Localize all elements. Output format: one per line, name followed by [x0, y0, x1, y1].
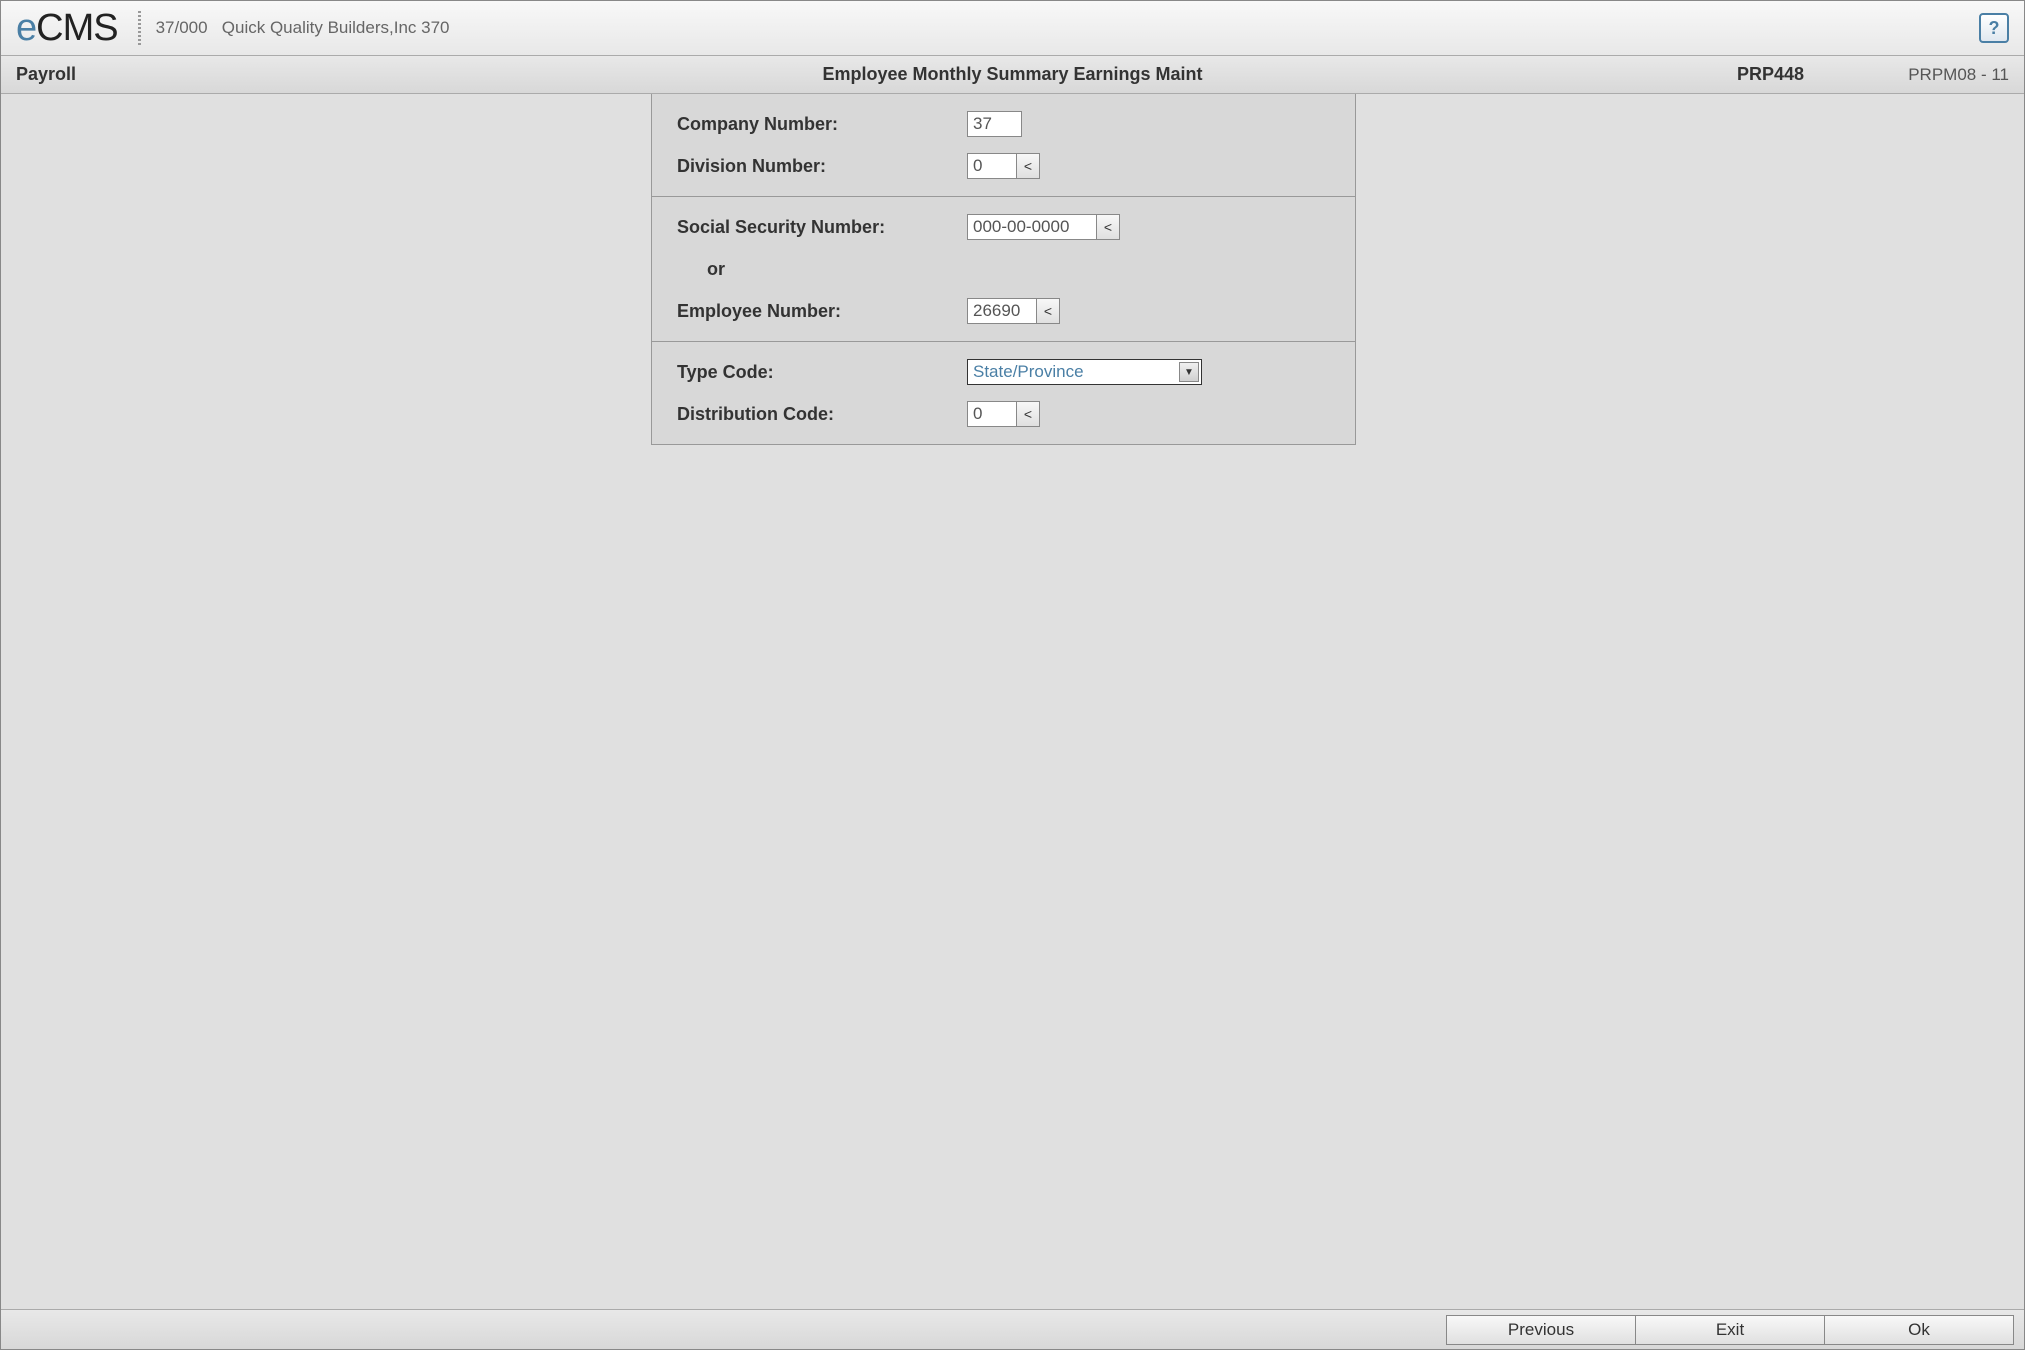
or-row: or — [677, 254, 1330, 284]
exit-button[interactable]: Exit — [1635, 1315, 1825, 1345]
chevron-left-icon: < — [1024, 406, 1032, 422]
chevron-left-icon: < — [1044, 303, 1052, 319]
app-logo: eCMS — [11, 7, 123, 50]
division-number-label: Division Number: — [677, 156, 967, 177]
distribution-code-input[interactable] — [967, 401, 1017, 427]
type-code-row: Type Code: State/Province ▼ — [677, 357, 1330, 387]
distribution-code-label: Distribution Code: — [677, 404, 967, 425]
ssn-row: Social Security Number: < — [677, 212, 1330, 242]
title-bar: Payroll Employee Monthly Summary Earning… — [1, 56, 2024, 94]
module-name: Payroll — [16, 64, 76, 85]
logo-text: CMS — [36, 7, 117, 49]
employee-number-input[interactable] — [967, 298, 1037, 324]
distribution-lookup-button[interactable]: < — [1016, 401, 1040, 427]
bottom-bar: Previous Exit Ok — [1, 1309, 2024, 1349]
content-area: Company Number: Division Number: < Socia… — [1, 94, 2024, 1309]
employee-lookup-button[interactable]: < — [1036, 298, 1060, 324]
type-code-select[interactable]: State/Province ▼ — [967, 359, 1202, 385]
division-lookup-button[interactable]: < — [1016, 153, 1040, 179]
program-id: PRPM08 - 11 — [1908, 65, 2009, 85]
employee-number-label: Employee Number: — [677, 301, 967, 322]
company-section: Company Number: Division Number: < — [652, 94, 1355, 197]
divider-icon — [138, 11, 141, 46]
form-panel: Company Number: Division Number: < Socia… — [651, 94, 1356, 445]
company-id: 37/000 — [156, 18, 208, 37]
employee-section: Social Security Number: < or Employee Nu… — [652, 197, 1355, 342]
logo-prefix: e — [16, 7, 36, 49]
help-button[interactable]: ? — [1979, 13, 2009, 43]
or-label: or — [677, 259, 967, 280]
type-section: Type Code: State/Province ▼ Distribution… — [652, 342, 1355, 444]
app-container: eCMS 37/000 Quick Quality Builders,Inc 3… — [0, 0, 2025, 1350]
company-number-input[interactable] — [967, 111, 1022, 137]
chevron-left-icon: < — [1024, 158, 1032, 174]
company-info: 37/000 Quick Quality Builders,Inc 370 — [156, 18, 450, 38]
chevron-left-icon: < — [1104, 219, 1112, 235]
division-number-row: Division Number: < — [677, 151, 1330, 181]
dropdown-arrow-icon: ▼ — [1179, 362, 1199, 382]
program-code: PRP448 — [1737, 64, 1804, 85]
employee-number-row: Employee Number: < — [677, 296, 1330, 326]
previous-button[interactable]: Previous — [1446, 1315, 1636, 1345]
page-title: Employee Monthly Summary Earnings Maint — [822, 64, 1202, 85]
ssn-input[interactable] — [967, 214, 1097, 240]
distribution-code-row: Distribution Code: < — [677, 399, 1330, 429]
company-number-label: Company Number: — [677, 114, 967, 135]
top-bar: eCMS 37/000 Quick Quality Builders,Inc 3… — [1, 1, 2024, 56]
division-number-input[interactable] — [967, 153, 1017, 179]
company-number-row: Company Number: — [677, 109, 1330, 139]
company-name: Quick Quality Builders,Inc 370 — [222, 18, 450, 37]
type-code-label: Type Code: — [677, 362, 967, 383]
type-code-value: State/Province — [973, 362, 1084, 382]
ssn-lookup-button[interactable]: < — [1096, 214, 1120, 240]
ssn-label: Social Security Number: — [677, 217, 967, 238]
ok-button[interactable]: Ok — [1824, 1315, 2014, 1345]
help-icon: ? — [1989, 18, 2000, 39]
